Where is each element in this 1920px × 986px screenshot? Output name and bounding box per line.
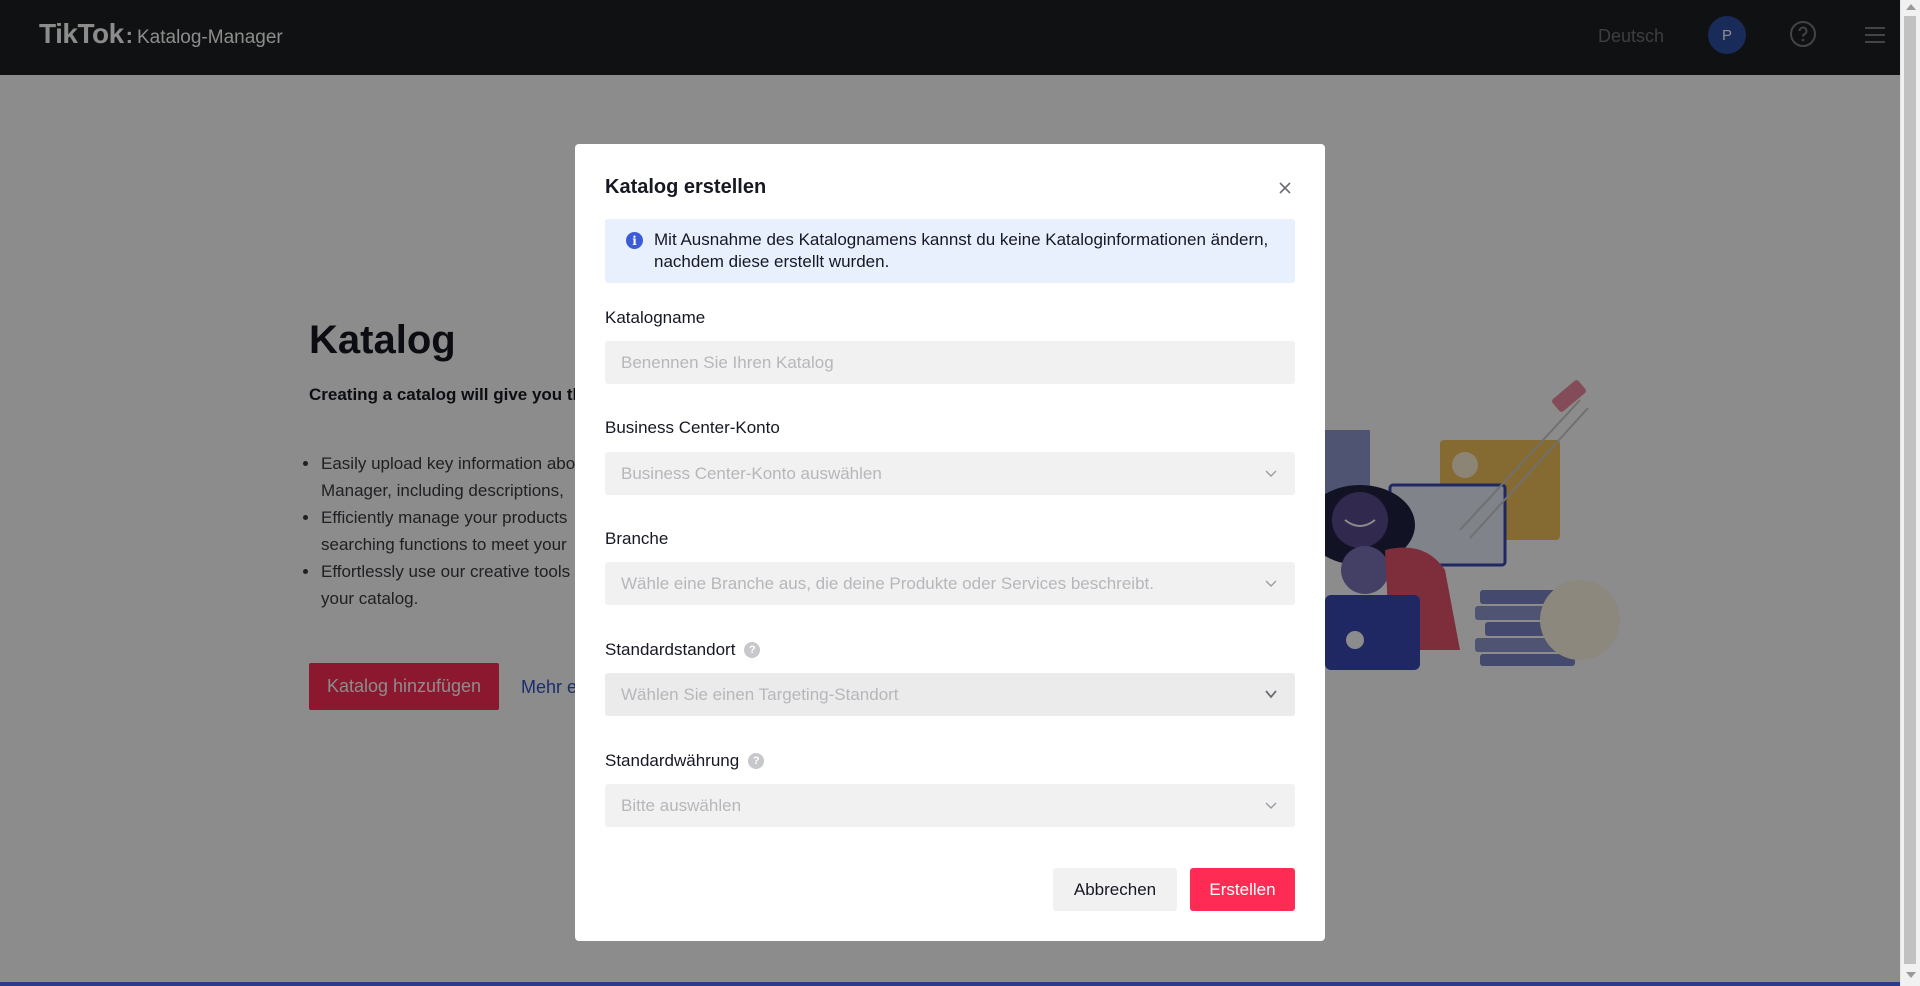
default-currency-label: Standardwährung ? — [605, 751, 765, 771]
notice-text: Mit Ausnahme des Katalognamens kannst du… — [654, 230, 1269, 271]
close-icon[interactable] — [1275, 178, 1295, 198]
create-button[interactable]: Erstellen — [1190, 868, 1295, 911]
default-location-label: Standardstandort ? — [605, 640, 761, 660]
default-location-select[interactable]: Wählen Sie einen Targeting-Standort — [605, 673, 1295, 716]
default-location-placeholder: Wählen Sie einen Targeting-Standort — [621, 684, 899, 704]
default-currency-label-text: Standardwährung — [605, 751, 740, 770]
business-center-label: Business Center-Konto — [605, 418, 780, 437]
scrollbar-thumb[interactable] — [1904, 16, 1916, 964]
catalog-name-label: Katalogname — [605, 308, 706, 327]
industry-label: Branche — [605, 529, 669, 548]
scroll-down-arrow-icon[interactable] — [1906, 972, 1916, 978]
catalog-name-input[interactable] — [605, 341, 1295, 384]
business-center-select[interactable]: Business Center-Konto auswählen — [605, 452, 1295, 495]
scroll-up-arrow-icon[interactable] — [1906, 4, 1916, 10]
chevron-down-icon — [1265, 580, 1277, 587]
question-icon[interactable]: ? — [744, 642, 761, 658]
bottom-edge — [0, 982, 1900, 986]
create-catalog-dialog: Katalog erstellen i Mit Ausnahme des Kat… — [575, 144, 1325, 941]
question-icon[interactable]: ? — [748, 753, 765, 769]
info-notice: i Mit Ausnahme des Katalognamens kannst … — [605, 219, 1295, 283]
industry-select[interactable]: Wähle eine Branche aus, die deine Produk… — [605, 562, 1295, 605]
header-overlay — [0, 0, 1900, 75]
chevron-down-icon — [1265, 802, 1277, 809]
business-center-placeholder: Business Center-Konto auswählen — [621, 463, 882, 483]
default-currency-select[interactable]: Bitte auswählen — [605, 784, 1295, 827]
chevron-down-icon — [1265, 470, 1277, 477]
chevron-down-icon — [1265, 690, 1277, 699]
cancel-button[interactable]: Abbrechen — [1053, 868, 1177, 911]
info-icon: i — [626, 232, 643, 249]
default-location-label-text: Standardstandort — [605, 640, 736, 659]
dialog-title: Katalog erstellen — [605, 176, 767, 198]
industry-placeholder: Wähle eine Branche aus, die deine Produk… — [621, 573, 1154, 593]
default-currency-placeholder: Bitte auswählen — [621, 795, 742, 815]
